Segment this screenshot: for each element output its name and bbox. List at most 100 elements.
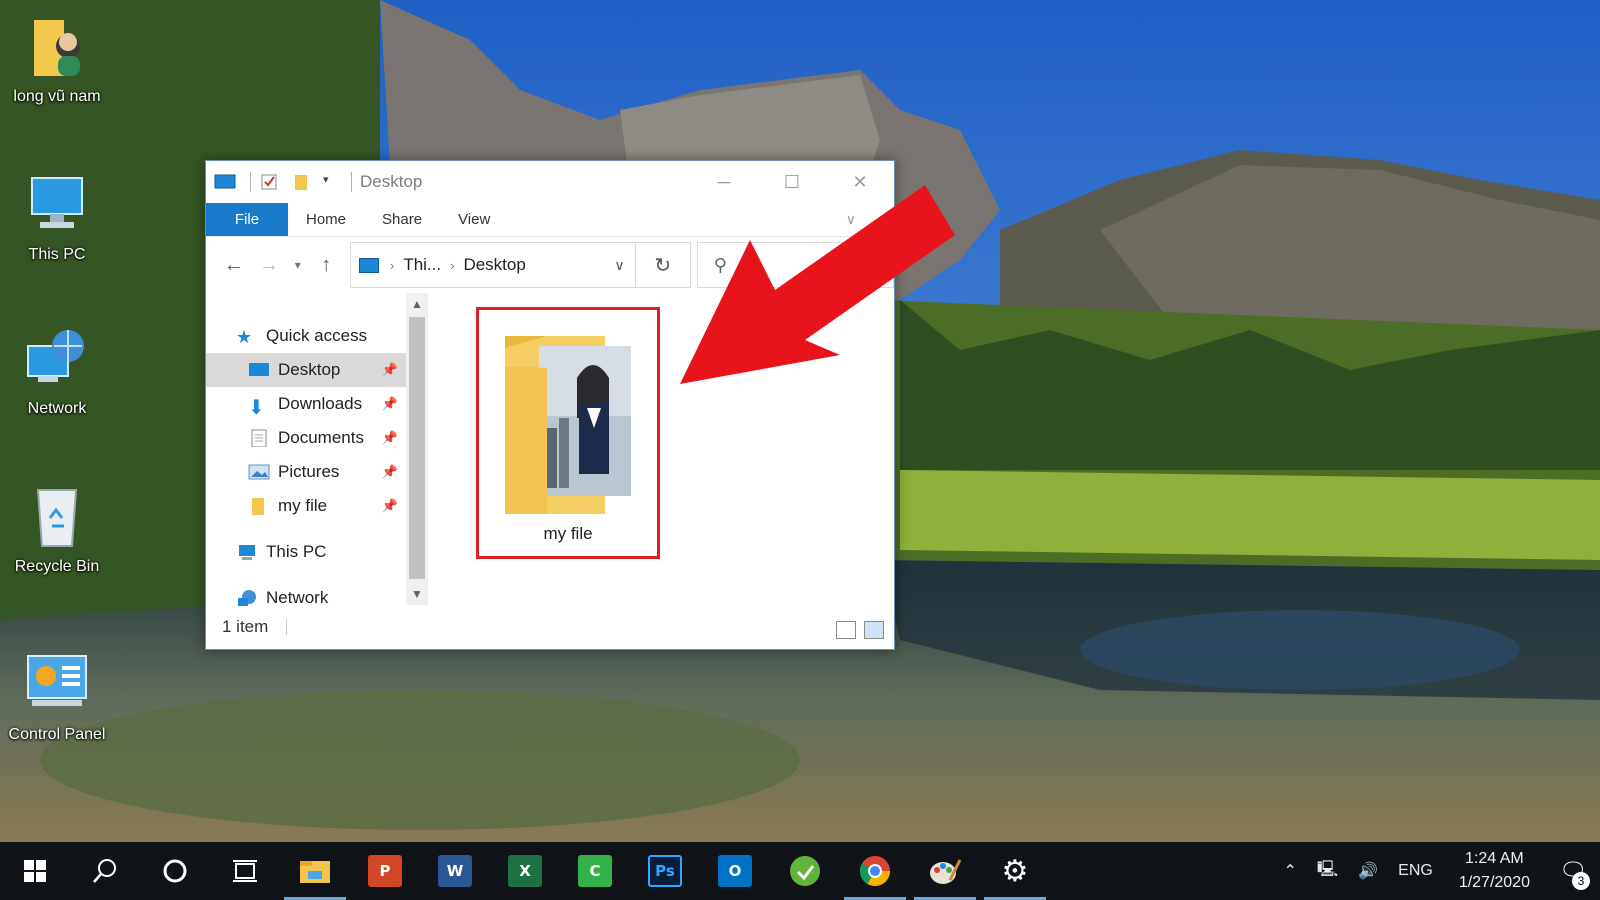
desktop-icon-network[interactable]: Network (2, 324, 112, 418)
large-icons-view-icon[interactable] (864, 621, 884, 639)
photoshop-icon: Ps (648, 855, 682, 887)
forward-arrow-icon[interactable]: → (251, 247, 286, 283)
taskbar-outlook[interactable]: O (700, 842, 770, 900)
up-arrow-icon[interactable]: ↑ (309, 247, 344, 283)
word-icon: W (438, 855, 472, 887)
address-bar[interactable]: › Thi... › Desktop ∨ (349, 242, 636, 288)
desktop-icon-label: Network (27, 400, 87, 417)
system-tray: ⌃ 🖳 🔊 ENG 1:24 AM 1/27/2020 🗨 3 (1273, 842, 1600, 900)
gear-icon: ⚙ (1001, 854, 1029, 888)
scroll-up-icon[interactable]: ▲ (406, 293, 428, 315)
nav-item-my-file[interactable]: my file 📌 (206, 489, 406, 523)
scroll-down-icon[interactable]: ▼ (406, 583, 428, 605)
control-panel-icon (22, 650, 92, 720)
tab-home[interactable]: Home (288, 203, 364, 236)
nav-item-quick-access[interactable]: ★ Quick access (206, 319, 406, 353)
paint-icon (930, 859, 962, 884)
desktop-icon-label: Recycle Bin (14, 558, 100, 575)
properties-icon[interactable] (259, 173, 281, 191)
divider (351, 172, 352, 192)
tab-share[interactable]: Share (364, 203, 440, 236)
green-app-icon (790, 856, 820, 886)
pin-icon[interactable]: 📌 (382, 464, 398, 480)
new-folder-icon[interactable] (291, 173, 313, 191)
folder-thumbnail-icon (497, 328, 637, 518)
taskbar-paint[interactable] (910, 842, 980, 900)
recycle-bin-icon (22, 482, 92, 552)
nav-item-desktop[interactable]: Desktop 📌 (206, 353, 406, 387)
tab-view[interactable]: View (440, 203, 508, 236)
breadcrumb-segment[interactable]: Thi... (403, 255, 441, 275)
taskbar-powerpoint[interactable]: P (350, 842, 420, 900)
nav-item-documents[interactable]: Documents 📌 (206, 421, 406, 455)
breadcrumb-segment[interactable]: Desktop (463, 255, 525, 275)
search-button[interactable] (70, 842, 140, 900)
scrollbar-thumb[interactable] (409, 317, 425, 579)
documents-icon (248, 429, 270, 448)
chevron-right-icon[interactable]: › (450, 258, 454, 273)
chevron-right-icon[interactable]: › (390, 258, 394, 273)
taskbar-settings[interactable]: ⚙ (980, 842, 1050, 900)
quick-access-dropdown-icon[interactable]: ▾ (323, 173, 337, 191)
taskbar-file-explorer[interactable] (280, 842, 350, 900)
desktop-icon-label: This PC (28, 246, 86, 263)
pin-icon[interactable]: 📌 (382, 498, 398, 514)
nav-item-label: This PC (266, 542, 327, 561)
network-status-icon[interactable]: 🖳 (1307, 858, 1348, 885)
nav-item-label: Desktop (278, 360, 341, 379)
language-indicator[interactable]: ENG (1388, 862, 1443, 880)
nav-item-this-pc[interactable]: This PC (206, 535, 406, 569)
taskbar-photoshop[interactable]: Ps (630, 842, 700, 900)
notification-count-badge: 3 (1572, 872, 1590, 890)
task-view-button[interactable] (210, 842, 280, 900)
desktop-icon-label: Control Panel (8, 726, 106, 743)
pin-icon[interactable]: 📌 (382, 362, 398, 378)
recent-locations-icon[interactable]: ▾ (287, 247, 309, 283)
nav-item-downloads[interactable]: ⬇ Downloads 📌 (206, 387, 406, 421)
clock-time: 1:24 AM (1465, 850, 1524, 867)
nav-item-label: Downloads (278, 394, 363, 413)
item-count: 1 item (222, 617, 269, 636)
folder-name: my file (543, 524, 593, 543)
taskbar-green-app[interactable] (770, 842, 840, 900)
taskbar-chrome[interactable] (840, 842, 910, 900)
this-pc-small-icon (358, 257, 379, 273)
tab-file[interactable]: File (206, 203, 288, 236)
folder-icon (248, 497, 270, 515)
cortana-button[interactable] (140, 842, 210, 900)
taskbar-excel[interactable]: X (490, 842, 560, 900)
navigation-pane: ★ Quick access Desktop 📌 ⬇ Downloads 📌 D… (206, 293, 406, 607)
nav-item-label: my file (278, 496, 328, 515)
taskbar-camtasia[interactable]: C (560, 842, 630, 900)
desktop-icon-user-folder[interactable]: long vũ nam (2, 12, 112, 106)
clock[interactable]: 1:24 AM 1/27/2020 (1443, 847, 1546, 895)
volume-icon[interactable]: 🔊 (1348, 861, 1388, 881)
star-icon: ★ (236, 327, 253, 347)
taskbar-word[interactable]: W (420, 842, 490, 900)
navigation-scrollbar[interactable]: ▲ ▼ (406, 293, 428, 605)
taskbar: P W X C Ps O ⚙ ⌃ 🖳 🔊 ENG 1:24 AM 1/27/20… (0, 842, 1600, 900)
search-icon (93, 859, 116, 883)
nav-item-label: Documents (278, 428, 364, 447)
folder-item-my-file[interactable]: my file (476, 307, 660, 559)
pin-icon[interactable]: 📌 (382, 430, 398, 446)
divider (250, 172, 251, 192)
this-pc-small-icon (236, 543, 258, 561)
chevron-up-icon[interactable]: ⌃ (1273, 861, 1306, 881)
desktop-icon-recycle-bin[interactable]: Recycle Bin (2, 482, 112, 576)
pin-icon[interactable]: 📌 (382, 396, 398, 412)
nav-item-label: Pictures (278, 462, 340, 481)
network-icon (22, 324, 92, 394)
chrome-icon (859, 856, 890, 887)
nav-item-pictures[interactable]: Pictures 📌 (206, 455, 406, 489)
powerpoint-icon: P (368, 855, 402, 887)
start-button[interactable] (0, 842, 70, 900)
back-arrow-icon[interactable]: ← (216, 247, 251, 283)
desktop-icon-control-panel[interactable]: Control Panel (2, 650, 112, 744)
action-center-button[interactable]: 🗨 3 (1546, 842, 1600, 900)
divider (286, 619, 288, 635)
desktop-icon-this-pc[interactable]: This PC (2, 170, 112, 264)
desktop-icon (248, 361, 270, 379)
address-dropdown-icon[interactable]: ∨ (614, 257, 624, 274)
details-view-icon[interactable] (836, 621, 856, 639)
